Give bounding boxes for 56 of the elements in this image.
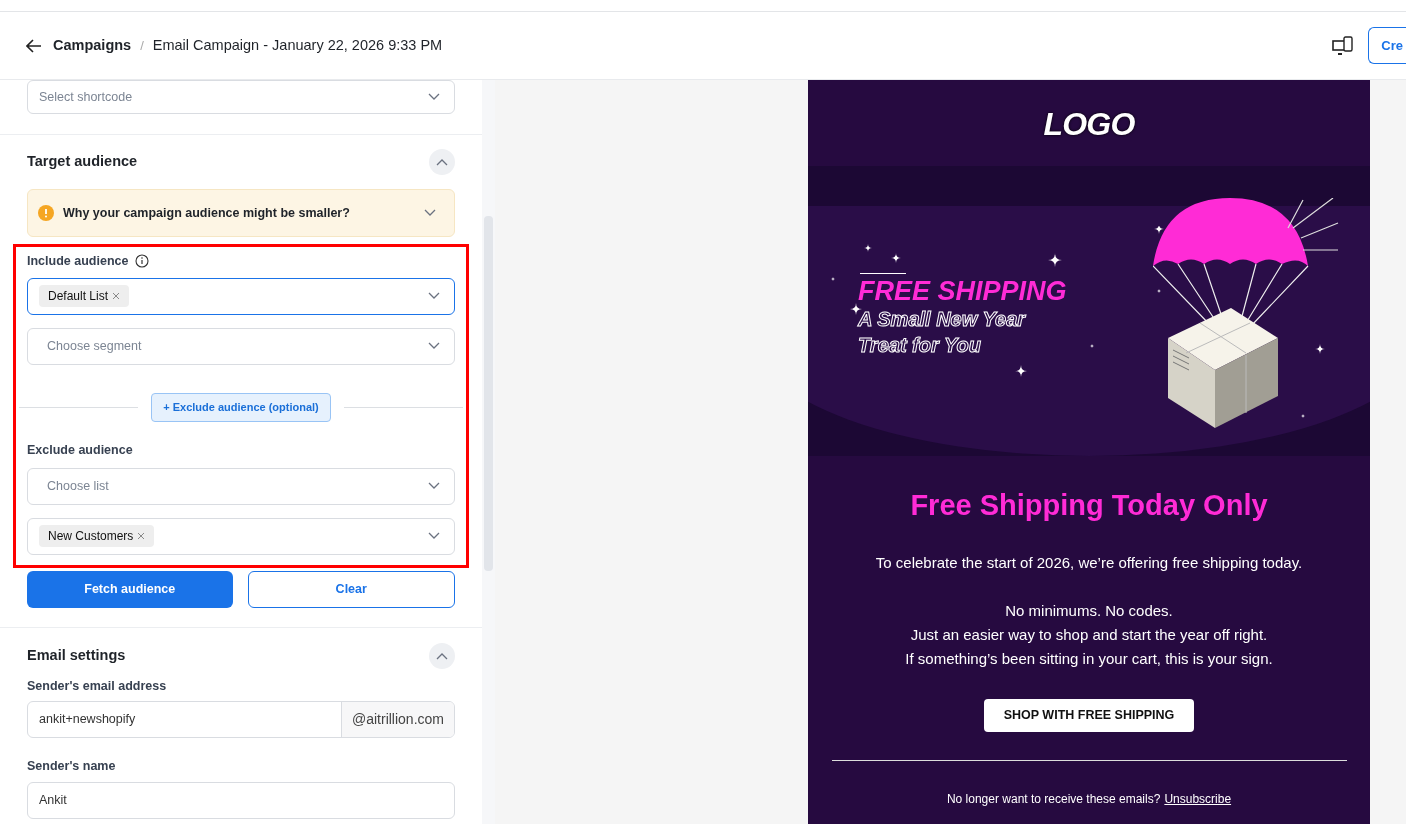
info-icon[interactable] [135,254,150,269]
notice-text: Why your campaign audience might be smaller? [63,204,351,222]
select-field[interactable]: New Customers [27,517,455,555]
chevron-down-icon [428,93,440,101]
collapse-toggle[interactable] [429,149,455,175]
chevron-down-icon [428,292,440,301]
input-value: Ankit [39,792,67,810]
clear-button[interactable]: Clear [247,570,455,608]
email-paragraph: No minimums. No codes. Just an easier way to shop and start the year off right. If something’s been sitting in your cart, this is your sign. [905,600,1273,669]
chevron-up-icon [436,651,448,660]
select-placeholder: Select shortcode [39,88,134,106]
field-label: Include audience [27,253,129,270]
tag-label: New Customers [48,528,134,545]
name-input-field[interactable]: Ankit [27,782,455,819]
select-placeholder: Choose list [46,477,109,495]
domain-suffix: @aitrillion.com [341,702,454,738]
field-label: Exclude audience [27,441,134,459]
unsubscribe-link[interactable]: Unsubscribe [1164,789,1232,808]
chevron-down-icon [428,342,440,351]
select-field[interactable]: Default List [27,277,455,315]
field-label: Sender's name [27,758,117,776]
page-title: Email Campaign - January 22, 2026 9:33 PM [152,35,443,55]
email-heading: Free Shipping Today Only [910,488,1268,523]
cta-button[interactable]: SHOP WITH FREE SHIPPING [983,698,1195,732]
section-title: Target audience [27,152,138,172]
close-icon[interactable] [137,532,146,540]
select-field[interactable]: Choose segment [27,327,455,365]
chevron-up-icon [436,158,448,166]
email-input-field[interactable]: ankit+newshopify @aitrillion.com [27,701,455,739]
banner-title: FREE SHIPPING [858,276,1067,306]
select-field[interactable]: Select shortcode [27,80,455,114]
create-button[interactable]: Cre [1368,27,1406,64]
fetch-audience-button[interactable]: Fetch audience [27,570,233,608]
back-arrow-icon[interactable] [26,38,42,53]
breadcrumb-separator: / [140,36,144,55]
email-paragraph: To celebrate the start of 2026, we’re offering free shipping today. [875,552,1303,573]
collapse-toggle[interactable] [429,642,455,669]
warning-icon [38,205,54,221]
exclude-audience-button[interactable]: + Exclude audience (optional) [151,392,331,422]
devices-icon[interactable] [1332,35,1355,56]
chevron-down-icon [424,209,436,217]
footer-text: No longer want to receive these emails? [946,790,1161,808]
field-label: Sender's email address [27,677,168,695]
close-icon[interactable] [112,292,121,301]
select-field[interactable]: Choose list [27,467,455,505]
breadcrumb-link[interactable]: Campaigns [53,34,132,57]
banner-subtitle: A Small New Year [858,307,1028,332]
input-value: ankit+newshopify [38,711,137,729]
logo: LOGO [1043,105,1135,144]
warning-notice[interactable]: Why your campaign audience might be smaller? [27,189,455,237]
select-placeholder: Choose segment [46,337,142,355]
chevron-down-icon [428,482,440,490]
tag-label: Default List [48,288,109,306]
section-title: Email settings [27,645,126,665]
chevron-down-icon [428,532,440,540]
banner-subtitle: Treat for You [858,333,982,358]
